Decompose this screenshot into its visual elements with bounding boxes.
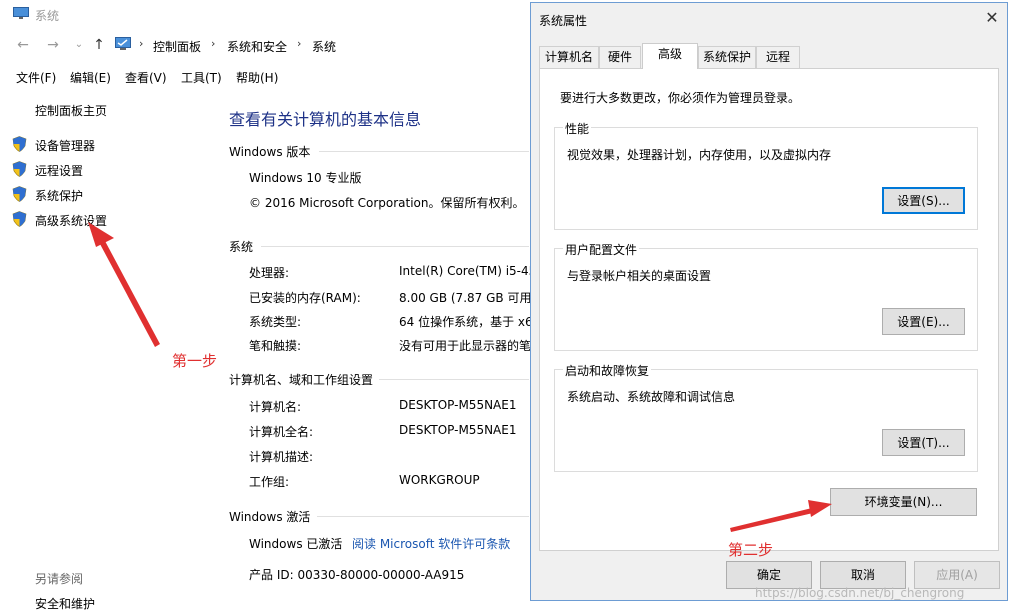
breadcrumb-system[interactable]: 系统 <box>312 38 336 55</box>
breadcrumb-system-security[interactable]: 系统和安全 <box>227 38 287 55</box>
windows-edition-value: Windows 10 专业版 <box>249 171 362 185</box>
breadcrumb-separator-icon: › <box>297 37 302 50</box>
section-divider <box>319 151 529 152</box>
system-properties-dialog: 系统属性 ✕ 计算机名 硬件 高级 系统保护 远程 要进行大多数更改，你必须作为… <box>530 2 1008 601</box>
step2-annotation: 第二步 <box>728 541 774 559</box>
computer-name-heading: 计算机名、域和工作组设置 <box>229 373 374 387</box>
main-content: 查看有关计算机的基本信息 Windows 版本 Windows 10 专业版 ©… <box>229 90 536 612</box>
startup-recovery-group-title: 启动和故障恢复 <box>563 362 652 379</box>
license-terms-link[interactable]: 阅读 Microsoft 软件许可条款 <box>352 535 510 552</box>
window-titlebar: 系统 <box>0 0 530 30</box>
user-profiles-settings-button[interactable]: 设置(E)... <box>882 308 965 335</box>
system-type-value: 64 位操作系统，基于 x6 <box>399 315 533 329</box>
admin-note: 要进行大多数更改，你必须作为管理员登录。 <box>560 91 801 105</box>
sidebar-home-link[interactable]: 控制面板主页 <box>35 102 107 119</box>
menu-view[interactable]: 查看(V) <box>125 69 167 86</box>
computer-description-label: 计算机描述: <box>249 450 314 464</box>
memory-label: 已安装的内存(RAM): <box>249 291 361 305</box>
tab-computer-name[interactable]: 计算机名 <box>539 46 599 68</box>
processor-value: Intel(R) Core(TM) i5-45 <box>399 264 537 278</box>
activation-status: Windows 已激活 <box>249 537 343 551</box>
computer-name-label: 计算机名: <box>249 400 302 414</box>
forward-arrow-icon[interactable]: → <box>44 36 62 54</box>
computer-monitor-icon <box>13 7 29 19</box>
workgroup-label: 工作组: <box>249 475 290 489</box>
full-computer-name-value: DESKTOP-M55NAE1 <box>399 423 517 437</box>
breadcrumb-separator-icon: › <box>211 37 216 50</box>
pen-touch-value: 没有可用于此显示器的笔 <box>399 339 532 353</box>
see-also-security-maintenance[interactable]: 安全和维护 <box>35 595 95 612</box>
user-profiles-description: 与登录帐户相关的桌面设置 <box>567 269 712 283</box>
full-computer-name-label: 计算机全名: <box>249 425 314 439</box>
close-icon[interactable]: ✕ <box>983 9 1001 27</box>
product-id: 产品 ID: 00330-80000-00000-AA915 <box>249 568 465 582</box>
sidebar-item-remote-settings[interactable]: 远程设置 <box>35 162 83 179</box>
shield-icon <box>12 136 27 152</box>
workgroup-value: WORKGROUP <box>399 473 480 487</box>
copyright-text: © 2016 Microsoft Corporation。保留所有权利。 <box>249 196 525 210</box>
step1-annotation: 第一步 <box>172 352 218 370</box>
watermark: https://blog.csdn.net/bj_chengrong <box>755 586 965 600</box>
section-divider <box>379 379 529 380</box>
tab-remote[interactable]: 远程 <box>756 46 800 68</box>
performance-group-title: 性能 <box>563 120 592 137</box>
menu-help[interactable]: 帮助(H) <box>236 69 278 86</box>
performance-description: 视觉效果，处理器计划，内存使用，以及虚拟内存 <box>567 148 832 162</box>
activation-heading: Windows 激活 <box>229 510 311 524</box>
dialog-title: 系统属性 <box>539 14 588 28</box>
memory-value: 8.00 GB (7.87 GB 可用) <box>399 291 537 305</box>
apply-button[interactable]: 应用(A) <box>914 561 1000 589</box>
cancel-button[interactable]: 取消 <box>820 561 906 589</box>
sidebar-item-device-manager[interactable]: 设备管理器 <box>35 137 95 154</box>
user-profiles-group: 用户配置文件 与登录帐户相关的桌面设置 设置(E)... <box>554 241 978 351</box>
shield-icon <box>12 186 27 202</box>
processor-label: 处理器: <box>249 266 290 280</box>
startup-recovery-settings-button[interactable]: 设置(T)... <box>882 429 965 456</box>
control-panel-icon <box>115 37 131 50</box>
sidebar-item-system-protection[interactable]: 系统保护 <box>35 187 83 204</box>
menu-tools[interactable]: 工具(T) <box>181 69 222 86</box>
pen-touch-label: 笔和触摸: <box>249 339 302 353</box>
environment-variables-button[interactable]: 环境变量(N)... <box>830 488 977 516</box>
startup-recovery-description: 系统启动、系统故障和调试信息 <box>567 390 736 404</box>
advanced-tab-panel: 要进行大多数更改，你必须作为管理员登录。 性能 视觉效果，处理器计划，内存使用，… <box>539 68 999 551</box>
menu-edit[interactable]: 编辑(E) <box>70 69 111 86</box>
menu-bar: 文件(F) 编辑(E) 查看(V) 工具(T) 帮助(H) <box>0 64 530 86</box>
page-title: 查看有关计算机的基本信息 <box>229 110 422 129</box>
shield-icon <box>12 211 27 227</box>
startup-recovery-group: 启动和故障恢复 系统启动、系统故障和调试信息 设置(T)... <box>554 362 978 472</box>
ok-button[interactable]: 确定 <box>726 561 812 589</box>
breadcrumb-control-panel[interactable]: 控制面板 <box>153 38 201 55</box>
address-bar: ← → ⌄ ↑ › 控制面板 › 系统和安全 › 系统 <box>0 32 530 58</box>
see-also-heading: 另请参阅 <box>35 572 84 586</box>
performance-settings-button[interactable]: 设置(S)... <box>882 187 965 214</box>
tab-system-protection[interactable]: 系统保护 <box>698 46 756 68</box>
system-heading: 系统 <box>229 240 254 254</box>
breadcrumb-separator-icon: › <box>139 37 144 50</box>
user-profiles-group-title: 用户配置文件 <box>563 241 640 258</box>
shield-icon <box>12 161 27 177</box>
up-arrow-icon[interactable]: ↑ <box>90 36 108 54</box>
recent-dropdown-icon[interactable]: ⌄ <box>70 36 88 54</box>
section-divider <box>317 516 529 517</box>
system-type-label: 系统类型: <box>249 315 302 329</box>
windows-edition-heading: Windows 版本 <box>229 145 311 159</box>
back-arrow-icon[interactable]: ← <box>14 36 32 54</box>
sidebar-item-advanced-settings[interactable]: 高级系统设置 <box>35 212 107 229</box>
computer-name-value: DESKTOP-M55NAE1 <box>399 398 517 412</box>
window-title: 系统 <box>35 9 60 23</box>
tab-advanced[interactable]: 高级 <box>642 43 698 69</box>
tab-hardware[interactable]: 硬件 <box>599 46 641 68</box>
menu-file[interactable]: 文件(F) <box>16 69 56 86</box>
performance-group: 性能 视觉效果，处理器计划，内存使用，以及虚拟内存 设置(S)... <box>554 120 978 230</box>
section-divider <box>261 246 529 247</box>
